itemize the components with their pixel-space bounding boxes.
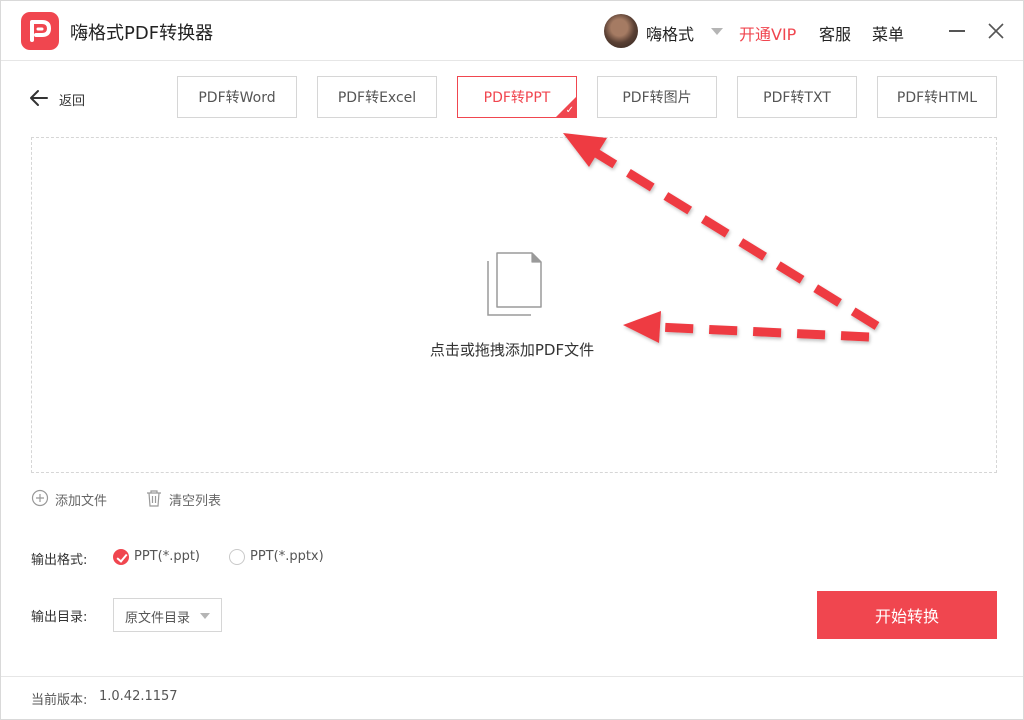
user-dropdown-caret-icon[interactable]: [711, 28, 723, 35]
tab-pdf-to-ppt[interactable]: PDF转PPT ✓: [457, 76, 577, 118]
back-button[interactable]: 返回: [29, 86, 99, 110]
minimize-icon[interactable]: [949, 30, 965, 32]
back-label: 返回: [59, 94, 86, 109]
tab-label: PDF转PPT: [483, 90, 551, 106]
format-option-label: PPT(*.ppt): [134, 549, 200, 564]
tab-pdf-to-word[interactable]: PDF转Word: [177, 76, 297, 118]
tab-label: PDF转Excel: [337, 90, 417, 106]
arrow-left-icon: [30, 90, 48, 106]
version-label: 当前版本:: [31, 693, 88, 708]
status-footer: 当前版本: 1.0.42.1157: [1, 676, 1023, 719]
drop-hint-text: 点击或拖拽添加PDF文件: [429, 341, 595, 359]
app-logo-icon: [21, 12, 59, 50]
username[interactable]: 嗨格式: [646, 21, 694, 45]
tab-pdf-to-html[interactable]: PDF转HTML: [877, 76, 997, 118]
tab-label: PDF转TXT: [763, 90, 831, 106]
add-file-label: 添加文件: [55, 494, 108, 509]
radio-checked-icon[interactable]: [113, 549, 129, 565]
close-icon[interactable]: [986, 21, 1006, 41]
output-dir-value: 原文件目录: [125, 611, 191, 626]
output-dir-select[interactable]: 原文件目录: [113, 598, 222, 632]
tab-label: PDF转HTML: [896, 90, 978, 106]
customer-service-link[interactable]: 客服: [819, 21, 851, 45]
tab-label: PDF转图片: [622, 90, 692, 106]
drop-hint: 点击或拖拽添加PDF文件: [1, 339, 1024, 360]
radio-unchecked-icon[interactable]: [229, 549, 245, 565]
document-icon: [485, 251, 545, 321]
app-title: 嗨格式PDF转换器: [70, 23, 214, 44]
menu-link[interactable]: 菜单: [872, 21, 904, 45]
trash-icon: [147, 490, 161, 507]
tab-label: PDF转Word: [198, 90, 276, 106]
output-dir-label: 输出目录:: [31, 610, 88, 625]
format-option-label: PPT(*.pptx): [250, 549, 324, 564]
title-bar: 嗨格式PDF转换器 嗨格式 开通VIP 客服 菜单: [1, 1, 1023, 61]
chevron-down-icon: [200, 613, 210, 619]
clear-list-label: 清空列表: [169, 494, 222, 509]
app-window: 嗨格式PDF转换器 嗨格式 开通VIP 客服 菜单 返回 PDF转Word PD…: [0, 0, 1024, 720]
tab-pdf-to-excel[interactable]: PDF转Excel: [317, 76, 437, 118]
checkmark-icon: ✓: [565, 105, 574, 116]
vip-link[interactable]: 开通VIP: [739, 21, 796, 45]
tab-pdf-to-image[interactable]: PDF转图片: [597, 76, 717, 118]
add-circle-icon: [31, 489, 49, 507]
user-avatar[interactable]: [604, 14, 638, 48]
version-value: 1.0.42.1157: [99, 689, 178, 704]
tab-pdf-to-txt[interactable]: PDF转TXT: [737, 76, 857, 118]
output-format-label: 输出格式:: [31, 553, 88, 568]
start-convert-button[interactable]: 开始转换: [817, 591, 997, 639]
